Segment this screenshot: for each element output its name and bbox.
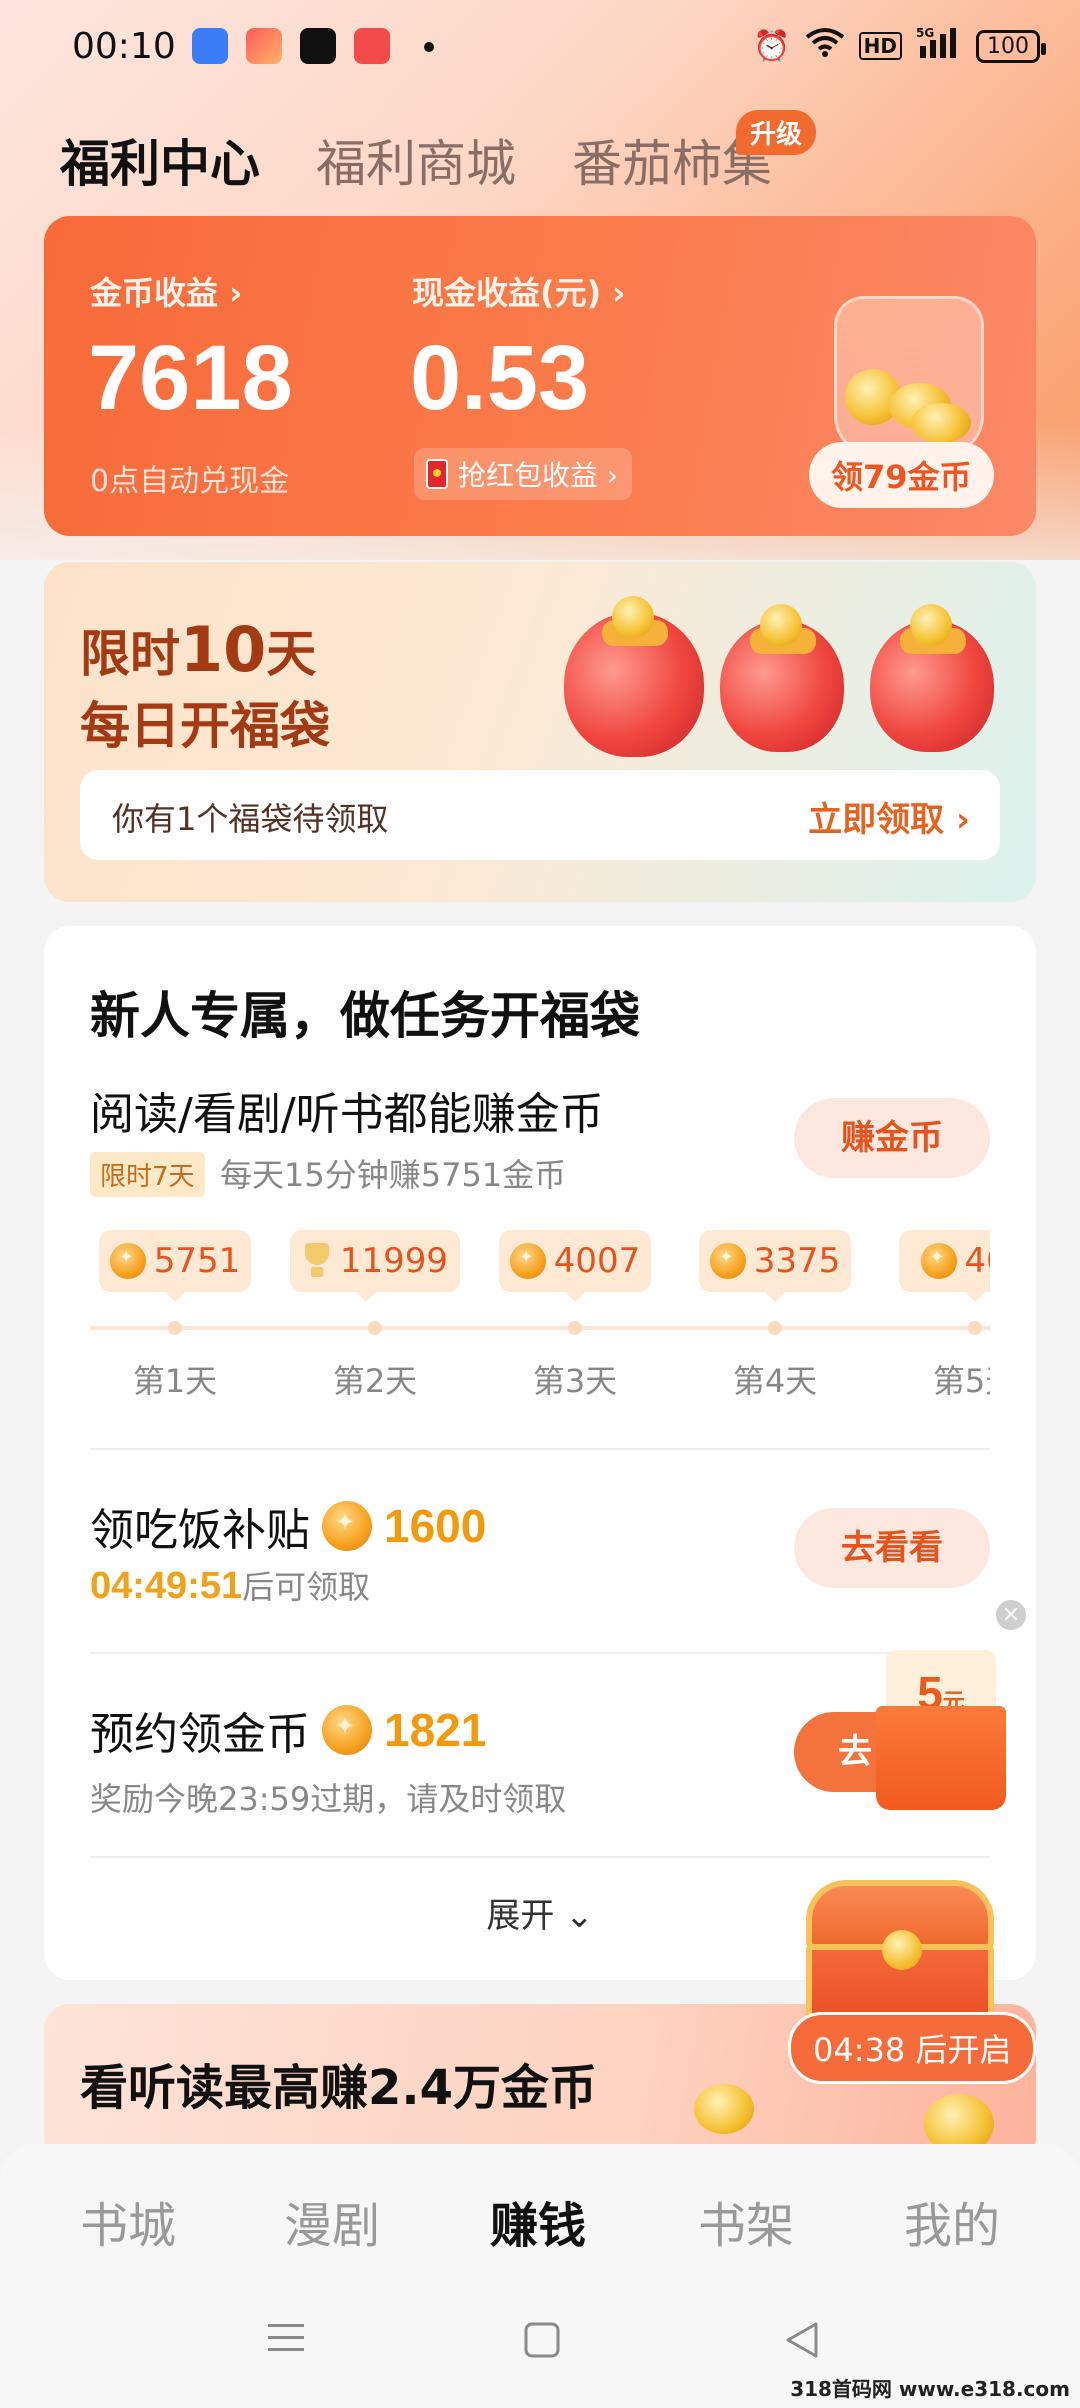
reserve-task-title: 预约领金币 [90,1709,310,1760]
coin-icon [109,1243,146,1279]
upgrade-badge: 升级 [736,110,817,155]
hd-icon: HD [858,32,902,60]
floating-red-packet[interactable]: 5元 [876,1650,1006,1810]
coin-earnings-link[interactable]: 金币收益 › [90,268,242,314]
toutiao-app-icon [354,28,390,64]
earn-coins-button[interactable]: 赚金币 [794,1098,990,1178]
coin-jar-icon [834,296,984,456]
cash-earnings-link[interactable]: 现金收益(元) › [412,268,626,314]
limited-time-tag: 限时7天 [90,1152,205,1197]
red-packet-icon [426,459,448,489]
signal-icon: 5G [916,26,962,66]
pending-bag-row[interactable]: 你有1个福袋待领取 立即领取 › [80,770,1000,860]
day-2-label: 第2天 [332,1362,418,1400]
cash-earnings-value: 0.53 [410,327,590,429]
menu-icon[interactable] [256,2320,316,2366]
trophy-icon [302,1243,332,1279]
day-5-label: 第5天 [932,1362,990,1400]
listen-read-title: 看听读最高赚2.4万金币 [80,2060,598,2116]
nav-mine[interactable]: 我的 [844,2186,1060,2256]
nav-comic-drama[interactable]: 漫剧 [224,2186,440,2256]
coin-icon [509,1243,546,1279]
close-float-icon[interactable]: × [996,1600,1026,1630]
day-4-label: 第4天 [732,1362,818,1400]
status-bar: 00:10 ⏰ HD 5G 100 [0,0,1080,96]
title-days: 10 [180,613,267,686]
lucky-bag-icon [564,596,704,757]
wifi-icon [805,27,845,65]
envelope-icon [876,1706,1006,1810]
bottom-nav: 书城 漫剧 赚钱 书架 我的 [0,2144,1080,2408]
claim-now-link[interactable]: 立即领取 › [808,792,970,841]
nav-earn-money[interactable]: 赚钱 [430,2186,646,2256]
day-3-label: 第3天 [532,1362,618,1400]
day-1-label: 第1天 [132,1362,218,1400]
home-icon[interactable] [512,2320,572,2370]
coin-icon [322,1705,372,1755]
tiktok-app-icon [300,28,336,64]
meal-task-title-row: 领吃饭补贴 1600 [90,1494,486,1558]
meal-task-title: 领吃饭补贴 [90,1505,310,1556]
tab-welfare-mall[interactable]: 福利商城 [316,124,516,196]
watermark: 318首码网 www.e318.com [790,2377,1070,2401]
go-look-button[interactable]: 去看看 [794,1508,990,1588]
tab-welfare-center[interactable]: 福利中心 [60,124,260,196]
alarm-icon: ⏰ [753,28,791,64]
title-suffix: 天 [266,625,317,683]
divider [90,1856,990,1858]
pending-bag-text: 你有1个福袋待领取 [112,800,389,838]
claim-79-coins-button[interactable]: 领79金币 [809,442,994,508]
divider [90,1448,990,1450]
meal-countdown: 04:49:51 [90,1565,243,1607]
message-app-icon [192,28,228,64]
earnings-card: 金币收益 › 7618 0点自动兑现金 现金收益(元) › 0.53 抢红包收益… [44,216,1036,536]
coin-icon [920,1243,957,1279]
nav-bookshelf[interactable]: 书架 [638,2186,854,2256]
status-time: 00:10 [72,26,176,67]
battery-icon: 100 [976,29,1046,63]
meal-countdown-suffix: 后可领取 [242,1568,371,1606]
meal-task-countdown-row: 04:49:51后可领取 [90,1562,370,1608]
lucky-bag-banner: 限时10天 每日开福袋 你有1个福袋待领取 立即领取 › [44,562,1036,902]
title-line2: 每日开福袋 [80,697,330,755]
coin-icon [322,1501,372,1551]
notification-dot [424,42,434,52]
read-task-desc: 每天15分钟赚5751金币 [220,1156,567,1194]
meal-task-amount: 1600 [384,1500,487,1552]
gold-coin-icon [694,2084,754,2134]
daily-rewards-track: 5751 11999 4007 3375 400 第1天 第2天 第3天 第4天… [90,1230,990,1410]
read-task-title: 阅读/看剧/听书都能赚金币 [90,1089,604,1140]
nav-bookstore[interactable]: 书城 [20,2186,236,2256]
title-prefix: 限时 [80,625,180,683]
svg-text:5G: 5G [916,26,934,40]
lucky-bag-icon [720,604,844,752]
coin-earnings-value: 7618 [88,327,293,429]
auto-exchange-note: 0点自动兑现金 [90,464,290,499]
divider [90,1652,990,1654]
newcomer-task-card: 新人专属，做任务开福袋 阅读/看剧/听书都能赚金币 限时7天 每天15分钟赚57… [44,926,1036,1980]
header-tabs: 福利中心 福利商城 番茄柿集 [60,124,772,196]
reserve-task-title-row: 预约领金币 1821 [90,1698,486,1762]
game-app-icon [246,28,282,64]
chest-timer: 04:38 后开启 [788,2012,1037,2084]
lucky-bag-title: 限时10天 每日开福袋 [80,614,330,762]
task-section-title: 新人专属，做任务开福袋 [90,987,640,1045]
reserve-task-amount: 1821 [384,1704,487,1756]
status-icons: ⏰ HD 5G 100 [753,26,1046,66]
red-packet-earnings-link[interactable]: 抢红包收益 › [414,448,633,500]
lucky-bag-icon [870,604,994,752]
red-packet-earnings-label: 抢红包收益 › [458,459,619,492]
coin-icon [709,1243,746,1279]
reserve-task-desc: 奖励今晚23:59过期，请及时领取 [90,1780,567,1818]
back-icon[interactable] [772,2320,832,2370]
